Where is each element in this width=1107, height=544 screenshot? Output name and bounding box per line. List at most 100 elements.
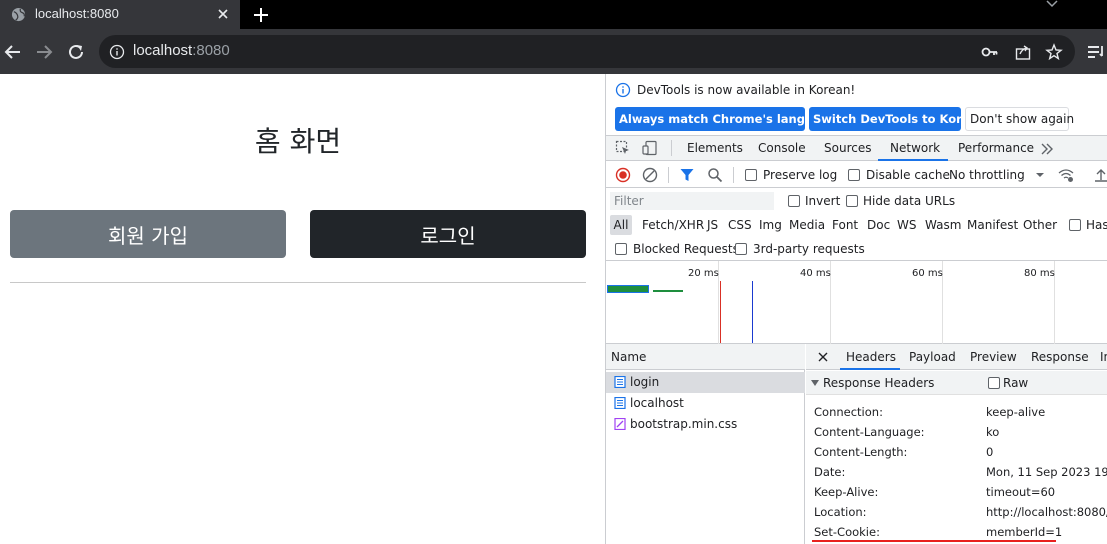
header-row-set-cookie: Set-Cookie: memberId=1 (806, 522, 1107, 542)
url-port: :8080 (192, 42, 230, 59)
match-language-button[interactable]: Always match Chrome's language (615, 107, 837, 131)
device-toolbar-icon[interactable] (642, 140, 658, 156)
disable-cache-label: Disable cache (866, 168, 950, 182)
type-filter-js[interactable]: JS (707, 218, 718, 232)
dont-show-again-button[interactable]: Don't show again (965, 107, 1074, 131)
tab-sources[interactable]: Sources (824, 141, 871, 155)
star-icon[interactable] (1045, 43, 1063, 61)
type-filter-doc[interactable]: Doc (867, 218, 890, 232)
header-row: Content-Length: 0 (806, 442, 1107, 462)
browser-tab[interactable]: localhost:8080 (0, 0, 240, 29)
request-row-login[interactable]: login (606, 372, 805, 393)
type-filter-wasm[interactable]: Wasm (925, 218, 961, 232)
tab-performance[interactable]: Performance (958, 141, 1034, 155)
overview-request-bar (653, 290, 683, 292)
raw-label: Raw (1003, 376, 1029, 390)
browser-tab-strip: localhost:8080 (0, 0, 1107, 29)
document-icon (614, 376, 626, 388)
close-icon[interactable] (815, 349, 831, 365)
new-tab-icon[interactable] (251, 5, 271, 25)
detail-tab-preview[interactable]: Preview (970, 350, 1017, 364)
dom-content-loaded-line (752, 281, 753, 343)
preserve-log-checkbox[interactable] (745, 169, 757, 181)
type-filter-row: All Fetch/XHR JS CSS Img Media Font Doc … (606, 213, 1107, 237)
detail-tab-payload[interactable]: Payload (909, 350, 956, 364)
detail-tab-initiator[interactable]: In (1100, 350, 1107, 364)
type-filter-media[interactable]: Media (789, 218, 825, 232)
network-conditions-icon[interactable] (1058, 167, 1074, 183)
info-icon[interactable] (109, 44, 125, 60)
disable-cache-checkbox[interactable] (848, 169, 860, 181)
type-filter-manifest[interactable]: Manifest (967, 218, 1018, 232)
dropdown-arrow-icon[interactable] (1032, 167, 1048, 183)
back-arrow-icon[interactable] (2, 41, 24, 63)
load-event-line (720, 281, 721, 343)
throttling-select[interactable]: No throttling (949, 168, 1025, 182)
import-icon[interactable] (1093, 167, 1107, 183)
header-value: http://localhost:8080/ (986, 505, 1107, 519)
type-filter-css[interactable]: CSS (728, 218, 752, 232)
chevron-down-icon[interactable] (1044, 0, 1060, 10)
type-filter-fetch[interactable]: Fetch/XHR (642, 218, 704, 232)
signup-button[interactable]: 회원 가입 (10, 210, 286, 258)
header-key: Keep-Alive: (814, 485, 879, 499)
response-headers-title: Response Headers (823, 376, 935, 390)
third-party-label: 3rd-party requests (753, 242, 865, 256)
has-blocked-checkbox[interactable] (1069, 219, 1081, 231)
request-row-localhost[interactable]: localhost (606, 393, 805, 414)
reload-icon[interactable] (65, 41, 87, 63)
toolbar-divider (733, 167, 734, 183)
key-icon[interactable] (981, 43, 999, 61)
inspect-element-icon[interactable] (615, 140, 631, 156)
detail-tab-bar: Headers Payload Preview Response In (806, 344, 1107, 370)
filter-input[interactable]: Filter (610, 192, 774, 210)
name-column-header[interactable]: Name (606, 344, 805, 370)
tab-network[interactable]: Network (890, 141, 940, 155)
network-overview[interactable]: 20 ms 40 ms 60 ms 80 ms (606, 261, 1107, 344)
devtools-tab-bar: Elements Console Sources Network Perform… (606, 135, 1107, 161)
reading-list-icon[interactable] (1085, 41, 1107, 63)
clear-icon[interactable] (642, 167, 658, 183)
header-row: Connection: keep-alive (806, 402, 1107, 422)
header-value: keep-alive (986, 405, 1046, 419)
more-tabs-icon[interactable] (1039, 141, 1055, 157)
type-filter-font[interactable]: Font (832, 218, 858, 232)
url-text: localhost:8080 (133, 42, 230, 59)
hide-data-urls-checkbox[interactable] (846, 195, 858, 207)
type-filter-ws[interactable]: WS (897, 218, 916, 232)
blocked-requests-checkbox[interactable] (615, 243, 627, 255)
header-value: ko (986, 425, 1000, 439)
share-icon[interactable] (1014, 43, 1032, 61)
third-party-checkbox[interactable] (735, 243, 747, 255)
login-button[interactable]: 로그인 (310, 210, 586, 258)
type-filter-img[interactable]: Img (759, 218, 782, 232)
response-headers-section[interactable]: Response Headers Raw (806, 371, 1107, 395)
filter-icon[interactable] (679, 167, 695, 183)
type-filter-other[interactable]: Other (1023, 218, 1057, 232)
detail-tab-headers[interactable]: Headers (846, 350, 896, 364)
request-row-bootstrap[interactable]: bootstrap.min.css (606, 414, 805, 435)
switch-korean-button[interactable]: Switch DevTools to Korean (809, 107, 986, 131)
request-detail: Headers Payload Preview Response In Resp… (806, 344, 1107, 544)
stylesheet-icon (614, 418, 626, 430)
header-value: 0 (986, 445, 994, 459)
toolbar-divider (668, 167, 669, 183)
close-icon[interactable] (214, 5, 232, 23)
tab-elements[interactable]: Elements (687, 141, 743, 155)
document-icon (614, 397, 626, 409)
forward-arrow-icon[interactable] (33, 41, 55, 63)
address-bar[interactable]: localhost:8080 (99, 35, 1075, 68)
raw-checkbox[interactable] (988, 377, 1000, 389)
invert-label: Invert (805, 194, 841, 208)
invert-checkbox[interactable] (788, 195, 800, 207)
detail-tab-response[interactable]: Response (1031, 350, 1089, 364)
overview-request-bar (607, 285, 649, 293)
search-icon[interactable] (707, 167, 723, 183)
tab-console[interactable]: Console (758, 141, 806, 155)
header-row: Keep-Alive: timeout=60 (806, 482, 1107, 502)
record-icon[interactable] (615, 167, 631, 183)
globe-icon (11, 7, 26, 22)
page-viewport: 홈 화면 회원 가입 로그인 (0, 74, 605, 544)
header-key: Set-Cookie: (814, 525, 880, 539)
type-filter-all[interactable]: All (610, 215, 632, 235)
